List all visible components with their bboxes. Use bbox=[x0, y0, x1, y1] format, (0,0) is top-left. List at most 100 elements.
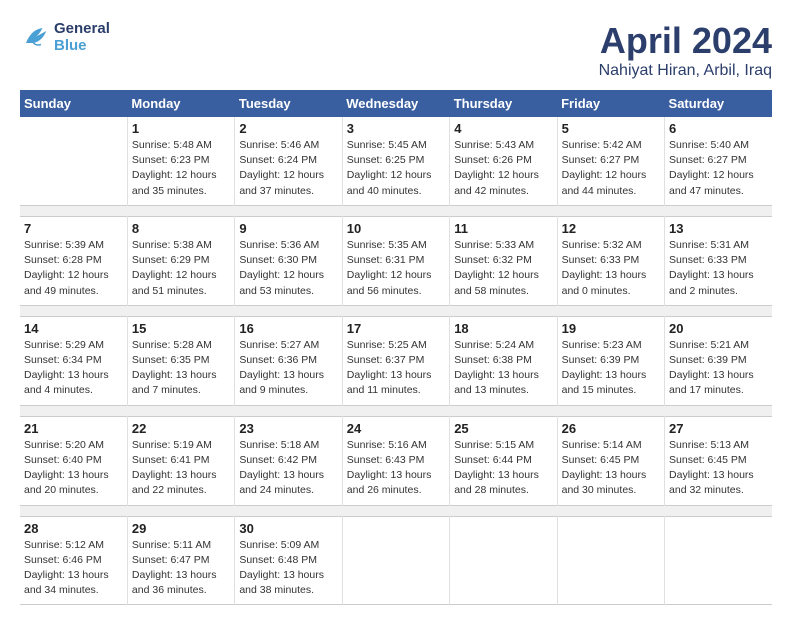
day-cell: 20 Sunrise: 5:21 AMSunset: 6:39 PMDayligh… bbox=[665, 316, 772, 405]
day-number: 27 bbox=[669, 421, 768, 436]
day-number: 7 bbox=[24, 221, 123, 236]
day-info: Sunrise: 5:46 AMSunset: 6:24 PMDaylight:… bbox=[239, 138, 337, 199]
day-number: 29 bbox=[132, 521, 230, 536]
page-header: General Blue April 2024 Nahiyat Hiran, A… bbox=[20, 20, 772, 80]
day-info: Sunrise: 5:42 AMSunset: 6:27 PMDaylight:… bbox=[562, 138, 660, 199]
weekday-header: Saturday bbox=[665, 90, 772, 117]
day-cell: 30 Sunrise: 5:09 AMSunset: 6:48 PMDayligh… bbox=[235, 516, 342, 605]
day-info: Sunrise: 5:25 AMSunset: 6:37 PMDaylight:… bbox=[347, 338, 445, 399]
day-cell: 2 Sunrise: 5:46 AMSunset: 6:24 PMDaylight… bbox=[235, 117, 342, 205]
day-info: Sunrise: 5:33 AMSunset: 6:32 PMDaylight:… bbox=[454, 238, 552, 299]
day-number: 20 bbox=[669, 321, 768, 336]
day-number: 21 bbox=[24, 421, 123, 436]
day-cell: 13 Sunrise: 5:31 AMSunset: 6:33 PMDayligh… bbox=[665, 216, 772, 305]
day-number: 28 bbox=[24, 521, 123, 536]
day-cell: 22Sunrise: 5:19 AMSunset: 6:41 PMDayligh… bbox=[127, 416, 234, 505]
day-info: Sunrise: 5:09 AMSunset: 6:48 PMDaylight:… bbox=[239, 538, 337, 599]
day-cell: 14 Sunrise: 5:29 AMSunset: 6:34 PMDayligh… bbox=[20, 316, 127, 405]
week-row: 21Sunrise: 5:20 AMSunset: 6:40 PMDayligh… bbox=[20, 416, 772, 505]
day-cell: 21Sunrise: 5:20 AMSunset: 6:40 PMDayligh… bbox=[20, 416, 127, 505]
day-info: Sunrise: 5:18 AMSunset: 6:42 PMDaylight:… bbox=[239, 438, 337, 499]
day-info: Sunrise: 5:45 AMSunset: 6:25 PMDaylight:… bbox=[347, 138, 445, 199]
month-title: April 2024 bbox=[599, 20, 772, 62]
day-cell: 11 Sunrise: 5:33 AMSunset: 6:32 PMDayligh… bbox=[450, 216, 557, 305]
day-info: Sunrise: 5:27 AMSunset: 6:36 PMDaylight:… bbox=[239, 338, 337, 399]
day-info: Sunrise: 5:23 AMSunset: 6:39 PMDaylight:… bbox=[562, 338, 660, 399]
day-cell: 7 Sunrise: 5:39 AMSunset: 6:28 PMDaylight… bbox=[20, 216, 127, 305]
day-info: Sunrise: 5:43 AMSunset: 6:26 PMDaylight:… bbox=[454, 138, 552, 199]
day-number: 5 bbox=[562, 121, 660, 136]
day-number: 23 bbox=[239, 421, 337, 436]
weekday-header: Thursday bbox=[450, 90, 557, 117]
day-number: 15 bbox=[132, 321, 230, 336]
weekday-header: Wednesday bbox=[342, 90, 449, 117]
day-number: 6 bbox=[669, 121, 768, 136]
day-number: 8 bbox=[132, 221, 230, 236]
day-info: Sunrise: 5:21 AMSunset: 6:39 PMDaylight:… bbox=[669, 338, 768, 399]
day-number: 9 bbox=[239, 221, 337, 236]
week-row: 28 Sunrise: 5:12 AMSunset: 6:46 PMDayligh… bbox=[20, 516, 772, 605]
week-separator bbox=[20, 305, 772, 316]
day-cell: 1 Sunrise: 5:48 AMSunset: 6:23 PMDaylight… bbox=[127, 117, 234, 205]
weekday-header: Sunday bbox=[20, 90, 127, 117]
day-cell: 16Sunrise: 5:27 AMSunset: 6:36 PMDayligh… bbox=[235, 316, 342, 405]
day-cell: 9 Sunrise: 5:36 AMSunset: 6:30 PMDaylight… bbox=[235, 216, 342, 305]
week-separator bbox=[20, 405, 772, 416]
day-info: Sunrise: 5:40 AMSunset: 6:27 PMDaylight:… bbox=[669, 138, 768, 199]
day-info: Sunrise: 5:36 AMSunset: 6:30 PMDaylight:… bbox=[239, 238, 337, 299]
day-cell: 27 Sunrise: 5:13 AMSunset: 6:45 PMDayligh… bbox=[665, 416, 772, 505]
day-info: Sunrise: 5:29 AMSunset: 6:34 PMDaylight:… bbox=[24, 338, 123, 399]
day-number: 24 bbox=[347, 421, 445, 436]
day-info: Sunrise: 5:32 AMSunset: 6:33 PMDaylight:… bbox=[562, 238, 660, 299]
logo-icon bbox=[20, 22, 50, 52]
day-cell: 24 Sunrise: 5:16 AMSunset: 6:43 PMDayligh… bbox=[342, 416, 449, 505]
week-row: 1 Sunrise: 5:48 AMSunset: 6:23 PMDaylight… bbox=[20, 117, 772, 205]
location: Nahiyat Hiran, Arbil, Iraq bbox=[599, 62, 772, 80]
day-number: 11 bbox=[454, 221, 552, 236]
day-info: Sunrise: 5:13 AMSunset: 6:45 PMDaylight:… bbox=[669, 438, 768, 499]
day-cell: 4 Sunrise: 5:43 AMSunset: 6:26 PMDaylight… bbox=[450, 117, 557, 205]
day-cell: 18Sunrise: 5:24 AMSunset: 6:38 PMDayligh… bbox=[450, 316, 557, 405]
weekday-header: Tuesday bbox=[235, 90, 342, 117]
day-cell bbox=[665, 516, 772, 605]
weekday-header: Monday bbox=[127, 90, 234, 117]
day-cell: 15 Sunrise: 5:28 AMSunset: 6:35 PMDayligh… bbox=[127, 316, 234, 405]
day-cell bbox=[557, 516, 664, 605]
week-row: 14 Sunrise: 5:29 AMSunset: 6:34 PMDayligh… bbox=[20, 316, 772, 405]
day-number: 12 bbox=[562, 221, 660, 236]
day-number: 14 bbox=[24, 321, 123, 336]
day-cell: 23 Sunrise: 5:18 AMSunset: 6:42 PMDayligh… bbox=[235, 416, 342, 505]
day-cell: 5 Sunrise: 5:42 AMSunset: 6:27 PMDaylight… bbox=[557, 117, 664, 205]
day-info: Sunrise: 5:11 AMSunset: 6:47 PMDaylight:… bbox=[132, 538, 230, 599]
day-cell: 12 Sunrise: 5:32 AMSunset: 6:33 PMDayligh… bbox=[557, 216, 664, 305]
weekday-header-row: SundayMondayTuesdayWednesdayThursdayFrid… bbox=[20, 90, 772, 117]
logo-text: General Blue bbox=[54, 20, 110, 54]
day-info: Sunrise: 5:16 AMSunset: 6:43 PMDaylight:… bbox=[347, 438, 445, 499]
day-number: 3 bbox=[347, 121, 445, 136]
day-info: Sunrise: 5:48 AMSunset: 6:23 PMDaylight:… bbox=[132, 138, 230, 199]
day-number: 26 bbox=[562, 421, 660, 436]
day-cell: 6 Sunrise: 5:40 AMSunset: 6:27 PMDaylight… bbox=[665, 117, 772, 205]
day-info: Sunrise: 5:39 AMSunset: 6:28 PMDaylight:… bbox=[24, 238, 123, 299]
day-cell: 26 Sunrise: 5:14 AMSunset: 6:45 PMDayligh… bbox=[557, 416, 664, 505]
day-info: Sunrise: 5:14 AMSunset: 6:45 PMDaylight:… bbox=[562, 438, 660, 499]
day-number: 4 bbox=[454, 121, 552, 136]
day-info: Sunrise: 5:38 AMSunset: 6:29 PMDaylight:… bbox=[132, 238, 230, 299]
day-info: Sunrise: 5:12 AMSunset: 6:46 PMDaylight:… bbox=[24, 538, 123, 599]
logo: General Blue bbox=[20, 20, 110, 54]
day-number: 2 bbox=[239, 121, 337, 136]
day-cell: 8 Sunrise: 5:38 AMSunset: 6:29 PMDaylight… bbox=[127, 216, 234, 305]
day-number: 30 bbox=[239, 521, 337, 536]
day-info: Sunrise: 5:31 AMSunset: 6:33 PMDaylight:… bbox=[669, 238, 768, 299]
title-block: April 2024 Nahiyat Hiran, Arbil, Iraq bbox=[599, 20, 772, 80]
day-cell: 29 Sunrise: 5:11 AMSunset: 6:47 PMDayligh… bbox=[127, 516, 234, 605]
calendar-table: SundayMondayTuesdayWednesdayThursdayFrid… bbox=[20, 90, 772, 605]
day-number: 17 bbox=[347, 321, 445, 336]
day-info: Sunrise: 5:15 AMSunset: 6:44 PMDaylight:… bbox=[454, 438, 552, 499]
week-separator bbox=[20, 205, 772, 216]
day-cell bbox=[450, 516, 557, 605]
day-cell bbox=[20, 117, 127, 205]
day-number: 13 bbox=[669, 221, 768, 236]
day-info: Sunrise: 5:28 AMSunset: 6:35 PMDaylight:… bbox=[132, 338, 230, 399]
day-number: 1 bbox=[132, 121, 230, 136]
